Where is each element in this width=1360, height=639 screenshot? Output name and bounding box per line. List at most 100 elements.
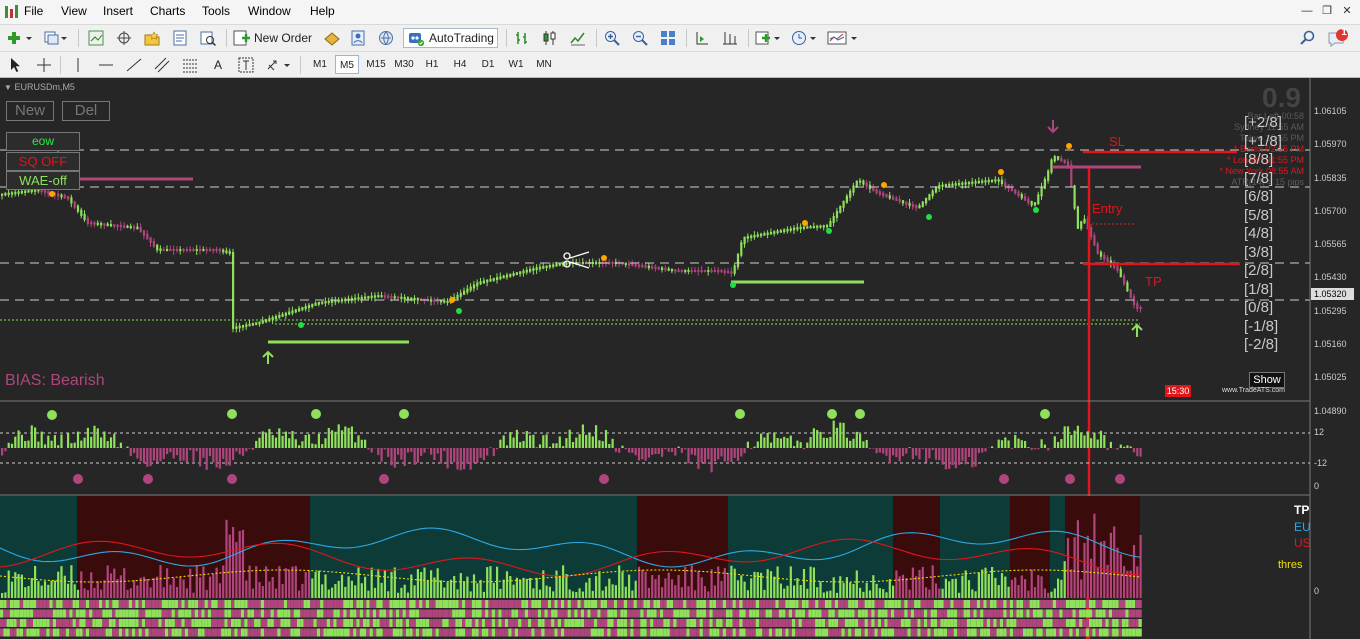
osc-bar: [430, 448, 433, 455]
tester-icon[interactable]: [198, 28, 218, 48]
ribbon-cell: [105, 609, 109, 618]
candlestick-icon[interactable]: [540, 28, 560, 48]
cursor-icon[interactable]: [5, 55, 25, 75]
price-axis-label: 1.05565: [1314, 239, 1347, 250]
text-tool-icon[interactable]: A: [208, 55, 228, 75]
ribbon-cell: [1023, 619, 1027, 627]
candle-body: [126, 225, 129, 228]
tile-windows-icon[interactable]: [658, 28, 678, 48]
zoom-in-icon[interactable]: [602, 28, 622, 48]
ribbon-cell: [782, 609, 786, 618]
timeframe-m1[interactable]: M1: [308, 55, 332, 74]
search-icon[interactable]: [1298, 28, 1318, 48]
vertical-line-icon[interactable]: [68, 55, 88, 75]
app-icon[interactable]: [4, 4, 20, 20]
chart-shift-icon[interactable]: [720, 28, 740, 48]
signals-icon[interactable]: [348, 28, 368, 48]
volume-bar: [994, 577, 997, 598]
timeframe-m5[interactable]: M5: [335, 55, 359, 74]
horizontal-line-icon[interactable]: [96, 55, 116, 75]
new-button[interactable]: New: [6, 101, 54, 121]
expert-icon[interactable]: [322, 28, 342, 48]
ribbon-cell: [564, 600, 568, 608]
ribbon-cell: [732, 628, 736, 637]
profiles-icon[interactable]: [42, 28, 68, 48]
autotrading-button[interactable]: AutoTrading: [403, 28, 498, 48]
volume-bar: [420, 571, 423, 598]
minimize-icon[interactable]: —: [1300, 5, 1314, 17]
bar-chart-icon[interactable]: [512, 28, 532, 48]
fibonacci-icon[interactable]: [180, 55, 200, 75]
candle-body: [505, 274, 509, 278]
zoom-out-icon[interactable]: [630, 28, 650, 48]
timeframe-m15[interactable]: M15: [363, 55, 389, 74]
timeframe-m30[interactable]: M30: [391, 55, 417, 74]
chart-window[interactable]: ▼ EURUSDm,M5 New Del eow SQ OFF WAE-off …: [0, 78, 1360, 639]
osc-bar: [420, 448, 423, 456]
candle-body: [802, 226, 806, 229]
crosshair-nav-icon[interactable]: [114, 28, 134, 48]
osc-bar: [1109, 441, 1112, 448]
text-label-icon[interactable]: [236, 55, 256, 75]
notifications-button[interactable]: 1: [1326, 27, 1352, 48]
close-icon[interactable]: ✕: [1340, 5, 1354, 17]
restore-icon[interactable]: ❐: [1320, 5, 1334, 17]
new-chart-icon[interactable]: [6, 28, 34, 48]
candle-body: [829, 221, 832, 228]
ribbon-cell: [33, 619, 37, 627]
templates-icon[interactable]: [826, 28, 860, 48]
periods-icon[interactable]: [790, 28, 818, 48]
ribbon-cell: [402, 628, 406, 637]
osc-bar: [654, 448, 657, 454]
market-watch-icon[interactable]: [86, 28, 106, 48]
ribbon-cell: [277, 619, 281, 627]
timeframe-w1[interactable]: W1: [504, 55, 528, 74]
ribbon-cell: [834, 600, 839, 608]
favorites-icon[interactable]: [142, 28, 162, 48]
menu-insert[interactable]: Insert: [103, 4, 133, 18]
price-chart[interactable]: [0, 78, 1360, 639]
new-order-button[interactable]: New Order: [233, 28, 315, 48]
ribbon-cell: [415, 628, 420, 637]
del-button[interactable]: Del: [62, 101, 110, 121]
equidistant-channel-icon[interactable]: [152, 55, 172, 75]
osc-bar: [941, 448, 944, 465]
candle-body: [360, 296, 363, 300]
timeframe-h1[interactable]: H1: [420, 55, 444, 74]
ribbon-cell: [141, 619, 146, 627]
ribbon-cell: [1009, 609, 1014, 618]
auto-scroll-icon[interactable]: [692, 28, 712, 48]
connection-icon[interactable]: [376, 28, 396, 48]
eow-button[interactable]: eow: [6, 132, 80, 151]
osc-bar: [146, 448, 149, 467]
crosshair-icon[interactable]: [34, 55, 54, 75]
ribbon-cell: [1042, 628, 1047, 637]
arrows-tool-icon[interactable]: [264, 55, 292, 75]
menu-window[interactable]: Window: [248, 4, 291, 18]
indicators-icon[interactable]: [754, 28, 782, 48]
line-chart-icon[interactable]: [568, 28, 588, 48]
menu-charts[interactable]: Charts: [150, 4, 185, 18]
ribbon-cell: [603, 600, 608, 608]
menu-tools[interactable]: Tools: [202, 4, 230, 18]
data-window-icon[interactable]: [170, 28, 190, 48]
sq-off-button[interactable]: SQ OFF: [6, 152, 80, 171]
trendline-icon[interactable]: [124, 55, 144, 75]
osc-bar: [710, 448, 713, 473]
menu-file[interactable]: File: [24, 4, 43, 18]
wae-off-button[interactable]: WAE-off: [6, 171, 80, 190]
timeframe-mn[interactable]: MN: [532, 55, 556, 74]
timeframe-d1[interactable]: D1: [476, 55, 500, 74]
menu-help[interactable]: Help: [310, 4, 335, 18]
show-button[interactable]: Show: [1249, 372, 1285, 388]
candle-body: [93, 222, 96, 225]
ribbon-cell: [917, 628, 921, 637]
volume-bar: [24, 587, 27, 598]
volume-bar: [156, 576, 159, 598]
ribbon-cell: [521, 628, 525, 637]
osc-bar: [463, 448, 466, 470]
ribbon-cell: [376, 628, 380, 637]
timeframe-h4[interactable]: H4: [448, 55, 472, 74]
ribbon-cell: [745, 600, 750, 608]
menu-view[interactable]: View: [61, 4, 87, 18]
